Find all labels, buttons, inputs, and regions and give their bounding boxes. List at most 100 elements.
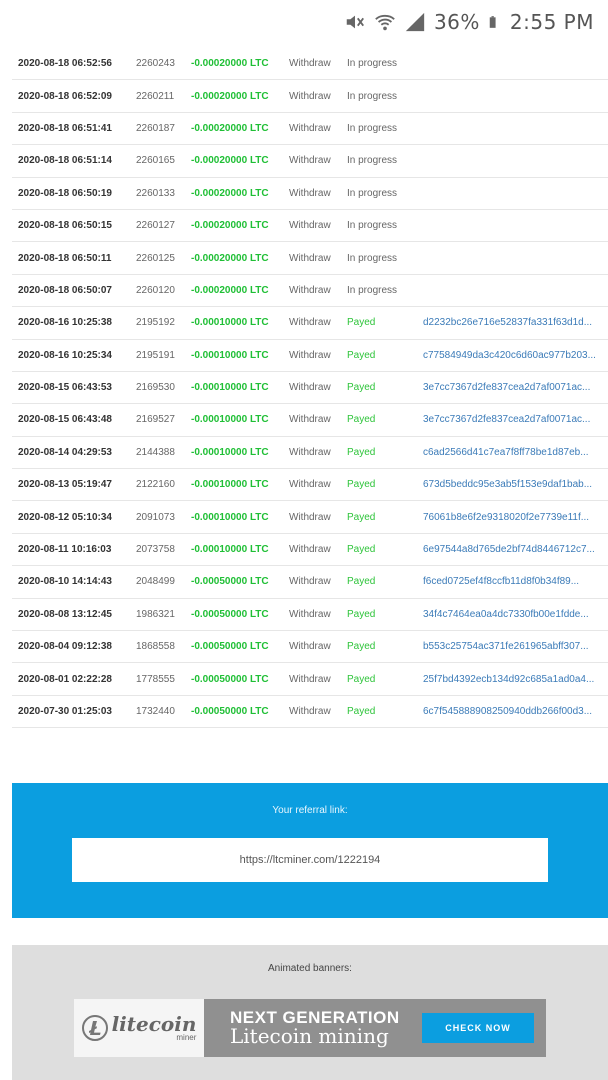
banner-body: NEXT GENERATION Litecoin mining CHECK NO…: [204, 999, 546, 1057]
tx-amount: -0.00010000 LTC: [191, 317, 269, 329]
tx-date: 2020-08-16 10:25:34: [18, 349, 112, 361]
tx-id: 2260165: [136, 155, 175, 167]
tx-type: Withdraw: [289, 382, 331, 394]
tx-type: Withdraw: [289, 479, 331, 491]
tx-hash-link[interactable]: 25f7bd4392ecb134d92c685a1ad0a4...: [423, 674, 608, 685]
tx-amount: -0.00010000 LTC: [191, 349, 269, 361]
table-row: 2020-08-01 02:22:28 1778555 -0.00050000 LT…: [12, 663, 608, 696]
tx-hash-link[interactable]: 76061b8e6f2e9318020f2e7739e11f...: [423, 512, 608, 523]
tx-date: 2020-07-30 01:25:03: [18, 706, 112, 717]
tx-type: Withdraw: [289, 252, 331, 264]
table-row: 2020-07-30 01:25:03 1732440 -0.00050000 LT…: [12, 696, 608, 729]
table-row: 2020-08-10 14:14:43 2048499 -0.00050000 LT…: [12, 566, 608, 599]
tx-type: Withdraw: [289, 414, 331, 426]
tx-hash-link[interactable]: 6c7f545888908250940ddb266f00d3...: [423, 706, 608, 717]
tx-type: Withdraw: [289, 576, 331, 588]
table-row: 2020-08-16 10:25:38 2195192 -0.00010000 LT…: [12, 307, 608, 340]
tx-type: Withdraw: [289, 58, 331, 70]
tx-id: 2260243: [136, 58, 175, 70]
tx-type: Withdraw: [289, 349, 331, 361]
tx-status: In progress: [347, 187, 398, 199]
tx-type: Withdraw: [289, 544, 331, 556]
tx-amount: -0.00050000 LTC: [191, 641, 269, 653]
tx-amount: -0.00050000 LTC: [191, 608, 269, 620]
tx-type: Withdraw: [289, 155, 331, 167]
tx-type: Withdraw: [289, 608, 331, 620]
table-row: 2020-08-18 06:50:15 2260127 -0.00020000 LT…: [12, 210, 608, 243]
tx-amount: -0.00010000 LTC: [191, 479, 269, 491]
table-row: 2020-08-18 06:51:14 2260165 -0.00020000 LT…: [12, 145, 608, 178]
tx-id: 2169527: [136, 414, 175, 426]
tx-hash-link[interactable]: d2232bc26e716e52837fa331f63d1d...: [423, 317, 608, 328]
animated-banner[interactable]: litecoin miner NEXT GENERATION Litecoin …: [74, 999, 546, 1057]
tx-amount: -0.00050000 LTC: [191, 576, 269, 588]
tx-id: 2195191: [136, 349, 175, 361]
tx-type: Withdraw: [289, 706, 331, 717]
banners-title: Animated banners:: [268, 963, 352, 974]
table-row: 2020-08-18 06:52:56 2260243 -0.00020000 LT…: [12, 48, 608, 81]
tx-date: 2020-08-18 06:52:56: [18, 58, 112, 70]
tx-amount: -0.00020000 LTC: [191, 284, 269, 296]
tx-id: 2260133: [136, 187, 175, 199]
table-row: 2020-08-15 06:43:53 2169530 -0.00010000 LT…: [12, 372, 608, 405]
table-row: 2020-08-18 06:50:11 2260125 -0.00020000 LT…: [12, 242, 608, 275]
litecoin-icon: [81, 1015, 108, 1041]
tx-type: Withdraw: [289, 317, 331, 329]
tx-id: 2260120: [136, 284, 175, 296]
tx-hash-link[interactable]: c6ad2566d41c7ea7f8ff78be1d87eb...: [423, 447, 608, 458]
tx-type: Withdraw: [289, 90, 331, 102]
tx-hash-link[interactable]: 6e97544a8d765de2bf74d8446712c7...: [423, 544, 608, 555]
logo-main-text: litecoin: [111, 1012, 197, 1036]
tx-date: 2020-08-15 06:43:53: [18, 382, 112, 394]
tx-hash-link[interactable]: c77584949da3c420c6d60ac977b203...: [423, 350, 608, 361]
tx-type: Withdraw: [289, 284, 331, 296]
tx-type: Withdraw: [289, 641, 331, 653]
tx-amount: -0.00010000 LTC: [191, 382, 269, 394]
tx-hash-link[interactable]: 673d5beddc95e3ab5f153e9daf1bab...: [423, 479, 608, 490]
tx-status: Payed: [347, 479, 376, 491]
table-row: 2020-08-04 09:12:38 1868558 -0.00050000 LT…: [12, 631, 608, 664]
table-row: 2020-08-18 06:50:07 2260120 -0.00020000 LT…: [12, 275, 608, 308]
banner-subheadline: Litecoin mining: [230, 1024, 389, 1049]
tx-amount: -0.00020000 LTC: [191, 155, 269, 167]
battery-percent: 36%: [433, 10, 480, 34]
tx-id: 2169530: [136, 382, 175, 394]
referral-section: Your referral link:: [12, 783, 608, 918]
tx-date: 2020-08-01 02:22:28: [18, 673, 112, 685]
tx-type: Withdraw: [289, 122, 331, 134]
check-now-button[interactable]: CHECK NOW: [422, 1013, 534, 1043]
tx-amount: -0.00020000 LTC: [191, 90, 269, 102]
tx-amount: -0.00020000 LTC: [191, 220, 269, 232]
referral-title: Your referral link:: [272, 805, 348, 816]
logo-sub-text: miner: [176, 1033, 197, 1042]
tx-hash-link[interactable]: f6ced0725ef4f8ccfb11d8f0b34f89...: [423, 576, 608, 587]
tx-hash-link[interactable]: 3e7cc7367d2fe837cea2d7af0071ac...: [423, 382, 608, 393]
tx-type: Withdraw: [289, 220, 331, 232]
tx-status: In progress: [347, 122, 398, 134]
tx-date: 2020-08-18 06:50:15: [18, 220, 112, 232]
tx-amount: -0.00050000 LTC: [191, 673, 269, 685]
tx-type: Withdraw: [289, 511, 331, 523]
tx-date: 2020-08-11 10:16:03: [18, 544, 112, 556]
tx-status: Payed: [347, 511, 376, 523]
tx-status: In progress: [347, 220, 398, 232]
table-row: 2020-08-18 06:50:19 2260133 -0.00020000 LT…: [12, 178, 608, 210]
tx-id: 1732440: [136, 706, 175, 717]
referral-link-input[interactable]: [72, 838, 548, 882]
tx-date: 2020-08-18 06:50:11: [18, 252, 112, 264]
tx-status: Payed: [347, 673, 376, 685]
table-row: 2020-08-16 10:25:34 2195191 -0.00010000 LT…: [12, 340, 608, 372]
tx-hash-link[interactable]: 3e7cc7367d2fe837cea2d7af0071ac...: [423, 414, 608, 425]
tx-status: Payed: [347, 446, 376, 458]
tx-date: 2020-08-13 05:19:47: [18, 479, 112, 491]
transactions-table: 2020-08-18 06:52:56 2260243 -0.00020000 LT…: [12, 48, 608, 729]
tx-hash-link[interactable]: b553c25754ac371fe261965abff307...: [423, 641, 608, 652]
tx-type: Withdraw: [289, 446, 331, 458]
tx-status: Payed: [347, 414, 376, 426]
tx-date: 2020-08-08 13:12:45: [18, 608, 112, 620]
tx-id: 2260127: [136, 220, 175, 232]
tx-status: In progress: [347, 58, 398, 70]
tx-status: Payed: [347, 641, 376, 653]
tx-id: 2260125: [136, 252, 175, 264]
tx-hash-link[interactable]: 34f4c7464ea0a4dc7330fb00e1fdde...: [423, 609, 608, 620]
